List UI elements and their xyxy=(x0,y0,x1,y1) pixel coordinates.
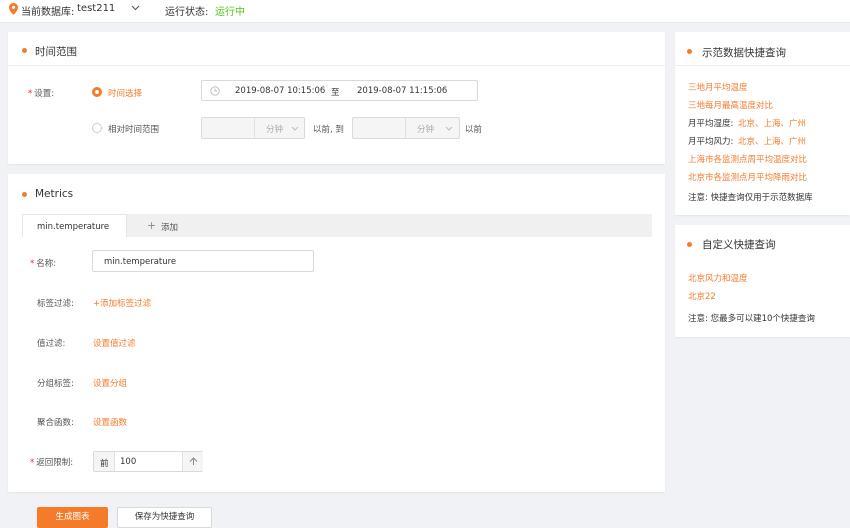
demo-queries-title: 示范数据快捷查询 xyxy=(702,47,786,59)
bullet-dot xyxy=(687,242,692,247)
demo-queries-card: 示范数据快捷查询 三地月平均温度 三地每月最高温度对比 月平均湿度: 北京、上海… xyxy=(675,32,850,215)
relative-end-input[interactable]: 分钟 xyxy=(352,117,460,139)
run-status-label: 运行状态: xyxy=(165,7,209,18)
limit-label: * 返回限制: xyxy=(30,458,74,468)
location-pin-icon xyxy=(9,3,18,15)
stepper-up-button[interactable] xyxy=(182,452,203,471)
set-value-filter-link[interactable]: 设置值过滤 xyxy=(93,337,136,349)
time-range-header: 时间范围 xyxy=(8,32,665,66)
demo-query-2[interactable]: 三地每月最高温度对比 xyxy=(688,99,773,111)
clock-icon xyxy=(210,86,220,96)
demo-note: 注意: 快捷查询仅用于示范数据库 xyxy=(688,193,813,203)
time-select-label[interactable]: 时间选择 xyxy=(108,87,142,99)
date-range-picker[interactable]: 2019-08-07 10:15:06 至 2019-08-07 11:15:0… xyxy=(201,80,478,101)
limit-input[interactable]: 前 100 xyxy=(93,451,203,472)
plus-icon[interactable]: + xyxy=(147,219,156,232)
before-label: 以前 xyxy=(465,125,483,135)
custom-queries-card: 自定义快捷查询 北京风力和温度 北京22 注意: 您最多可以建10个快捷查询 xyxy=(675,225,850,337)
humidity-links[interactable]: 北京、上海、广州 xyxy=(738,117,806,129)
unit-select-1[interactable]: 分钟 xyxy=(266,123,283,135)
relative-range-radio[interactable] xyxy=(92,123,102,133)
limit-prefix: 前 xyxy=(100,459,109,469)
top-bar: 当前数据库: test211 运行状态: 运行中 xyxy=(0,0,850,23)
unit-select-2[interactable]: 分钟 xyxy=(417,123,434,135)
wind-links[interactable]: 北京、上海、广州 xyxy=(738,135,806,147)
limit-value[interactable]: 100 xyxy=(120,457,136,467)
set-group-link[interactable]: 设置分组 xyxy=(93,377,127,389)
arrow-up-icon xyxy=(189,457,198,465)
wind-label: 月平均风力: xyxy=(688,137,734,147)
range-separator: 至 xyxy=(331,88,340,98)
current-db-value[interactable]: test211 xyxy=(77,3,115,14)
relative-range-label[interactable]: 相对时间范围 xyxy=(108,123,159,135)
custom-query-2[interactable]: 北京22 xyxy=(688,290,716,302)
demo-query-1[interactable]: 三地月平均温度 xyxy=(688,81,748,93)
metrics-tab-bar: min.temperature + 添加 xyxy=(22,214,652,237)
bullet-dot xyxy=(22,192,27,197)
before-to-label: 以前, 到 xyxy=(313,125,344,135)
bullet-dot xyxy=(687,49,692,54)
custom-note: 注意: 您最多可以建10个快捷查询 xyxy=(688,314,815,324)
time-range-title: 时间范围 xyxy=(35,46,77,58)
bullet-dot xyxy=(22,48,27,53)
demo-queries-header: 示范数据快捷查询 xyxy=(675,32,850,66)
metrics-title: Metrics xyxy=(35,188,74,200)
humidity-label: 月平均湿度: xyxy=(688,119,734,129)
start-datetime[interactable]: 2019-08-07 10:15:06 xyxy=(235,86,325,96)
value-filter-label: 值过滤: xyxy=(37,339,66,349)
name-label: * 名称: xyxy=(30,259,57,269)
run-status-value: 运行中 xyxy=(215,7,245,18)
custom-queries-title: 自定义快捷查询 xyxy=(702,239,776,251)
relative-start-input[interactable]: 分钟 xyxy=(201,117,305,139)
custom-query-1[interactable]: 北京风力和温度 xyxy=(688,272,748,284)
tab-min-temperature[interactable]: min.temperature xyxy=(22,214,127,237)
metric-name-field[interactable]: min.temperature xyxy=(92,250,314,272)
add-tag-filter-link[interactable]: +添加标签过滤 xyxy=(93,297,151,309)
metric-name-value: min.temperature xyxy=(104,257,177,267)
aggregate-label: 聚合函数: xyxy=(37,418,74,428)
chevron-down-icon[interactable] xyxy=(291,126,299,131)
time-select-radio[interactable] xyxy=(92,87,102,97)
tab-label: min.temperature xyxy=(37,222,110,232)
group-label: 分组标签: xyxy=(37,379,74,389)
generate-chart-button[interactable]: 生成图表 xyxy=(37,507,108,528)
chevron-down-icon[interactable] xyxy=(445,126,453,131)
chevron-down-icon[interactable] xyxy=(131,5,140,11)
set-function-link[interactable]: 设置函数 xyxy=(93,416,127,428)
current-db-label: 当前数据库: xyxy=(21,7,75,18)
demo-query-5[interactable]: 上海市各监测点周平均温度对比 xyxy=(688,153,807,165)
save-quick-query-button[interactable]: 保存为快捷查询 xyxy=(117,507,212,528)
end-datetime[interactable]: 2019-08-07 11:15:06 xyxy=(357,86,447,96)
setting-label: * 设置: xyxy=(28,89,55,99)
tag-filter-label: 标签过滤: xyxy=(37,299,74,309)
add-tab-button[interactable]: 添加 xyxy=(161,221,178,233)
time-range-card: 时间范围 * 设置: 时间选择 2019-08-07 10:15:06 至 201… xyxy=(8,32,665,164)
demo-query-6[interactable]: 北京市各监测点月平均降雨对比 xyxy=(688,171,807,183)
